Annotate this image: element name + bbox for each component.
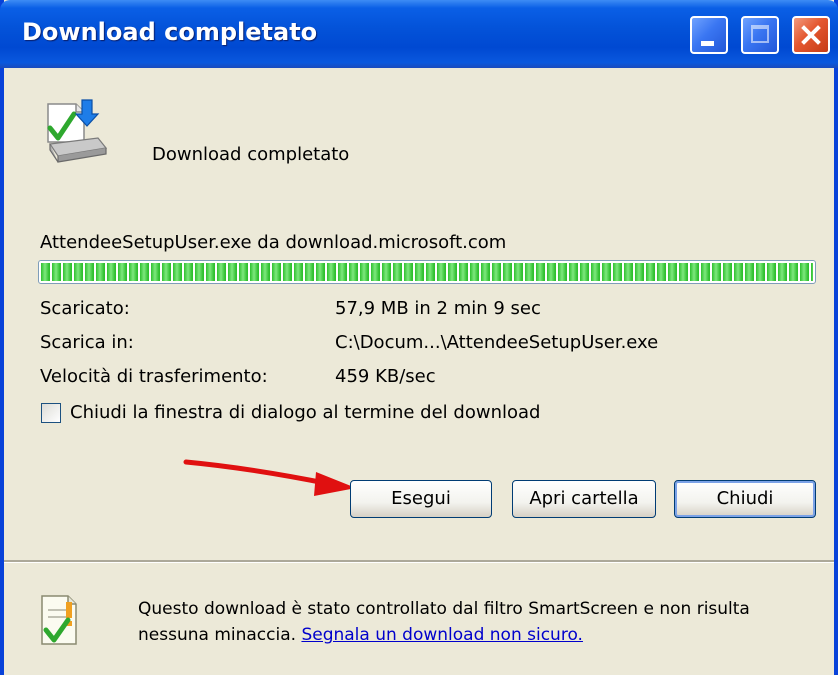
close-icon xyxy=(801,25,821,45)
window-title: Download completato xyxy=(22,18,318,46)
report-unsafe-download-link[interactable]: Segnala un download non sicuro. xyxy=(301,625,583,645)
download-dialog: Download completato Download completato … xyxy=(0,0,838,675)
footer-separator xyxy=(4,560,834,563)
progress-fill xyxy=(41,263,813,281)
downloaded-value: 57,9 MB in 2 min 9 sec xyxy=(335,298,541,319)
download-complete-icon xyxy=(47,99,108,163)
close-button[interactable]: Chiudi xyxy=(674,480,816,518)
downloaded-label: Scaricato: xyxy=(40,298,130,319)
annotation-arrow xyxy=(183,459,356,496)
transfer-rate-value: 459 KB/sec xyxy=(335,366,436,387)
download-progress-bar xyxy=(38,260,816,284)
save-to-label: Scarica in: xyxy=(40,332,134,353)
smartscreen-message: Questo download è stato controllato dal … xyxy=(138,596,818,648)
close-on-complete-checkbox[interactable] xyxy=(41,403,61,423)
save-to-value: C:\Docum...\AttendeeSetupUser.exe xyxy=(335,332,659,353)
transfer-rate-label: Velocità di trasferimento: xyxy=(40,366,268,387)
title-bar[interactable]: Download completato xyxy=(0,0,838,68)
minimize-icon xyxy=(701,41,714,46)
maximize-icon xyxy=(751,25,769,43)
smartscreen-check-icon xyxy=(41,595,77,645)
minimize-button[interactable] xyxy=(690,16,728,54)
open-folder-button[interactable]: Apri cartella xyxy=(512,480,656,518)
maximize-button[interactable] xyxy=(741,16,779,54)
file-source-label: AttendeeSetupUser.exe da download.micros… xyxy=(40,232,507,253)
close-on-complete-label[interactable]: Chiudi la finestra di dialogo al termine… xyxy=(70,402,540,423)
run-button[interactable]: Esegui xyxy=(350,480,492,518)
dialog-header: Download completato xyxy=(152,144,350,165)
close-window-button[interactable] xyxy=(792,16,830,54)
